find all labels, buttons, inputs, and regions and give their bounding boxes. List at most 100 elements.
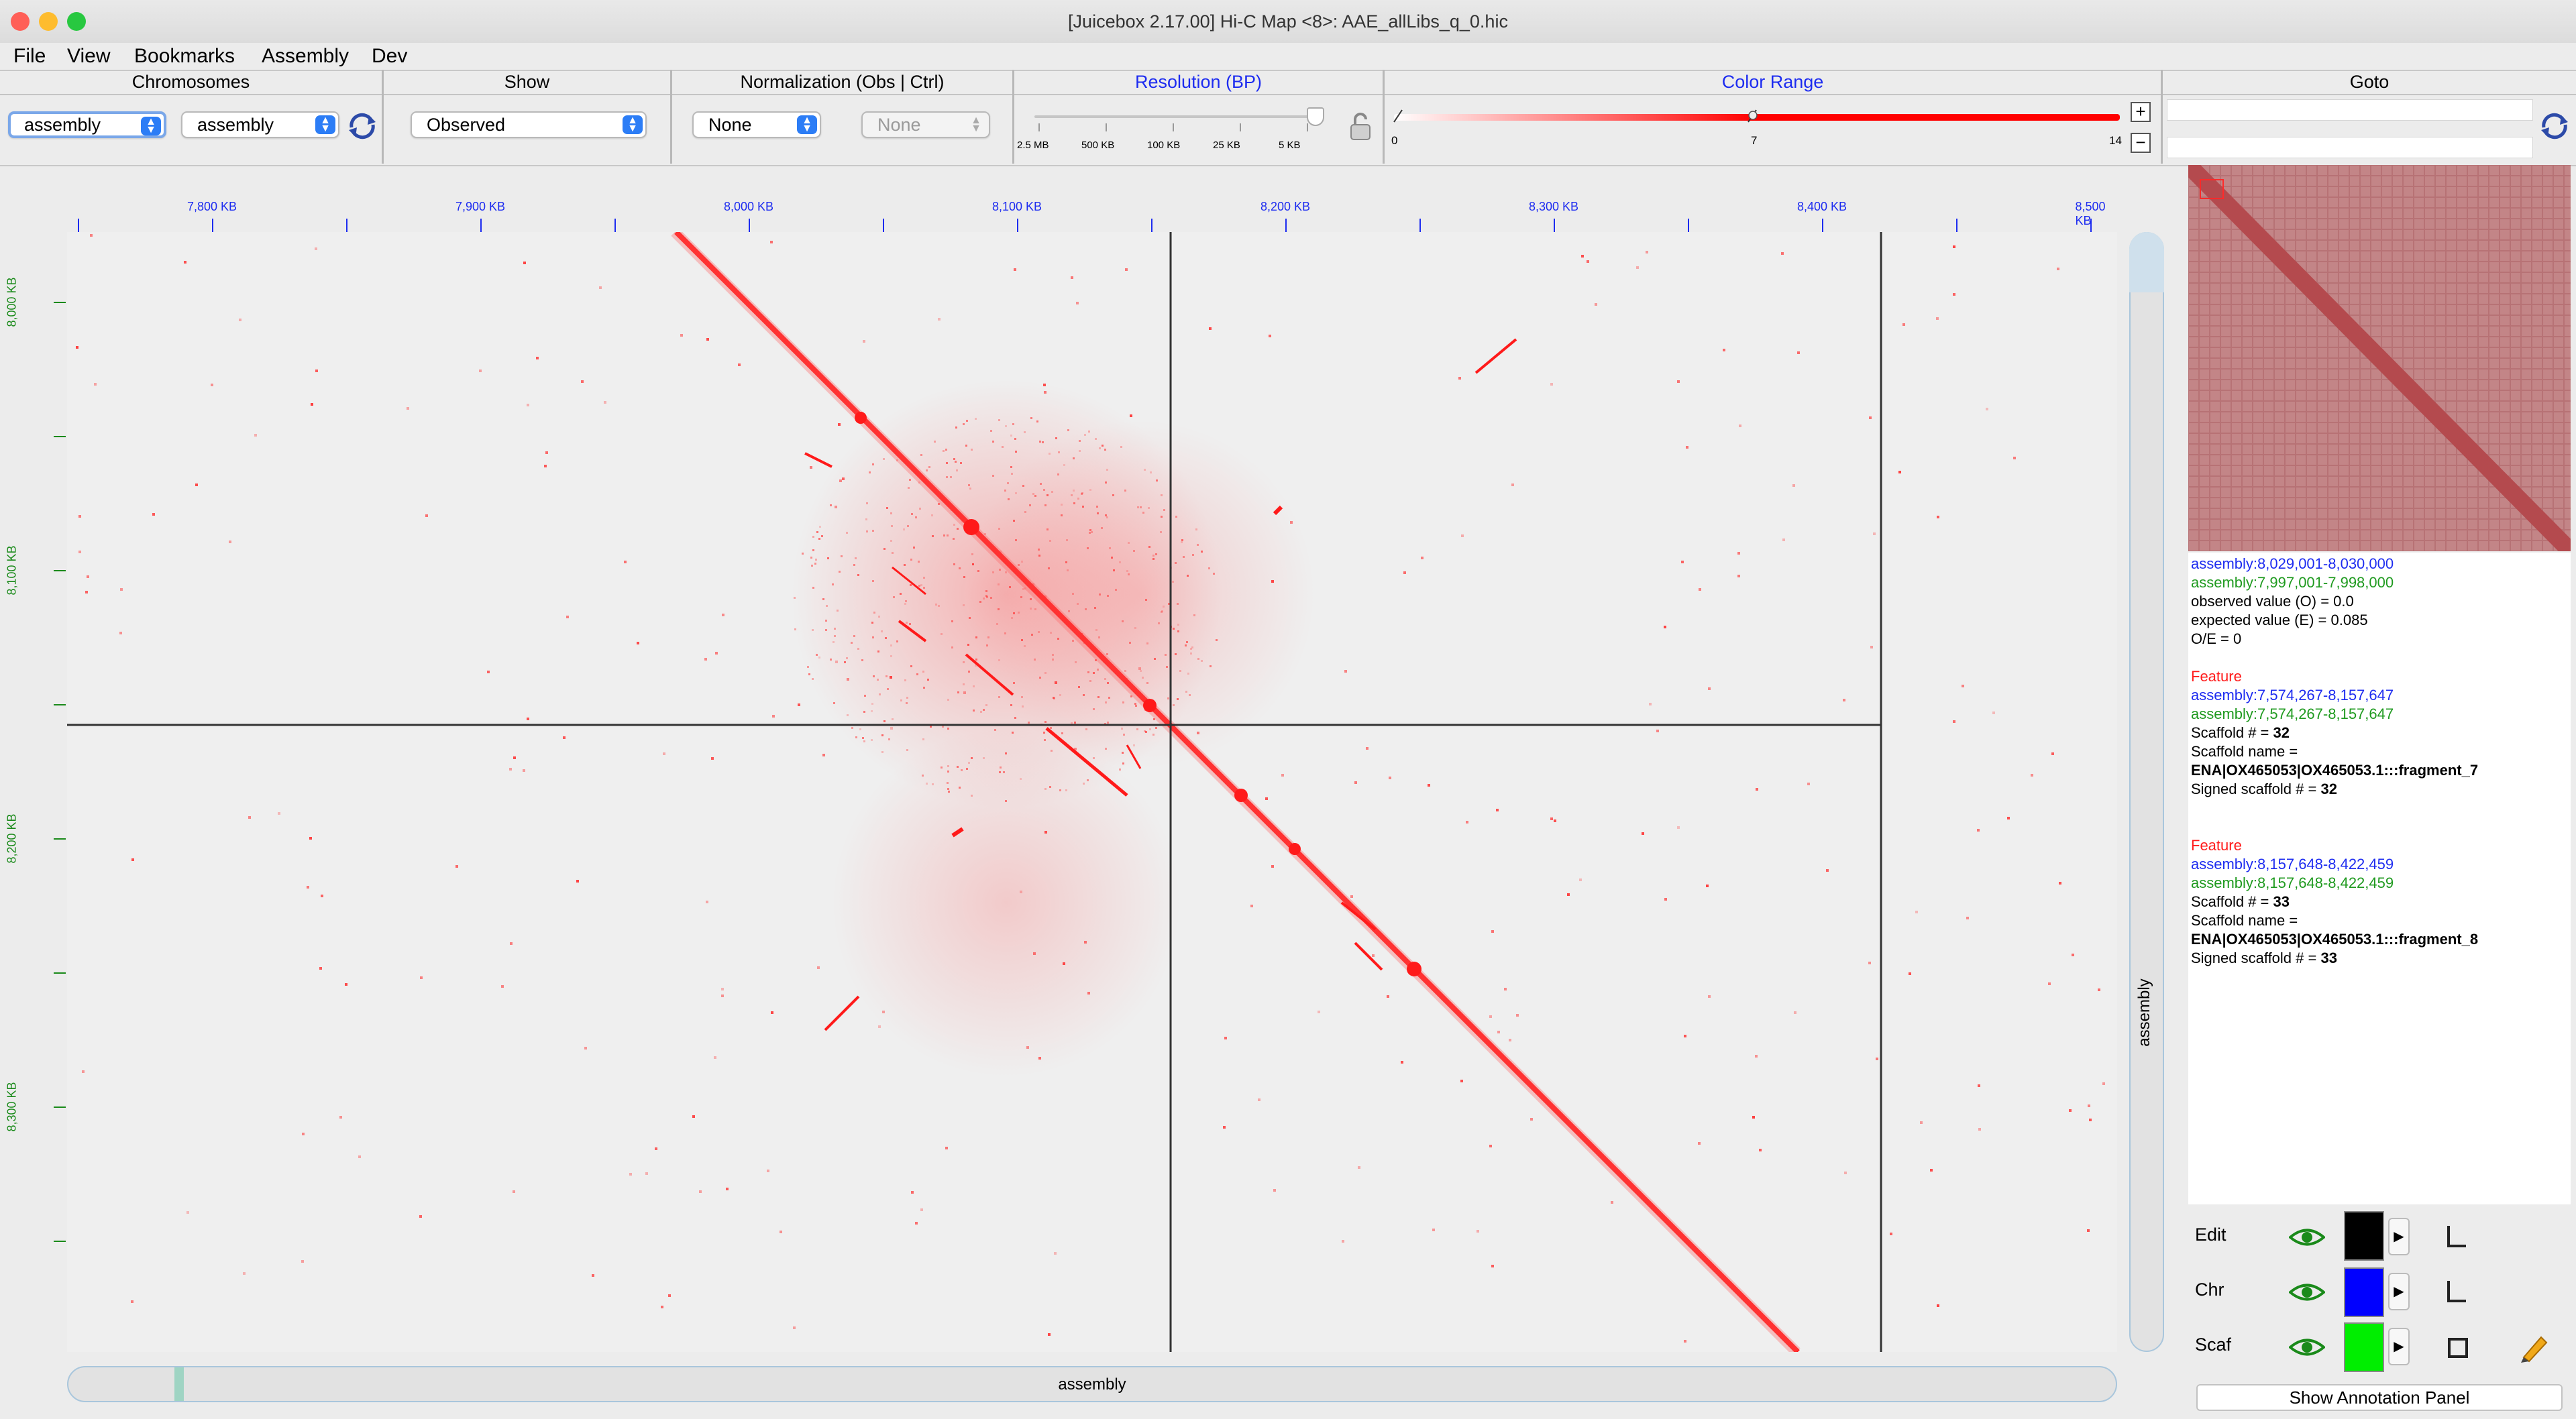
horizontal-scrollbar[interactable]: assembly	[67, 1366, 2117, 1402]
contact-speckle	[826, 605, 828, 607]
contact-speckle	[871, 739, 873, 741]
refresh-icon[interactable]	[2538, 111, 2571, 141]
corner-icon[interactable]	[2446, 1280, 2467, 1304]
contact-speckle	[2013, 457, 2016, 459]
contact-speckle	[815, 559, 817, 561]
vertical-scrollbar[interactable]: assembly	[2128, 232, 2167, 1352]
contact-speckle	[1122, 762, 1124, 764]
contact-speckle	[878, 616, 880, 618]
contact-speckle	[1953, 245, 1955, 248]
show-select[interactable]: Observed ▲ ▼	[411, 111, 647, 138]
chromosome-y-select[interactable]: assembly ▲ ▼	[181, 111, 339, 138]
contact-speckle	[871, 703, 873, 705]
contact-speckle	[869, 471, 871, 473]
layer-color-scaf[interactable]	[2344, 1322, 2384, 1372]
contact-speckle	[1209, 327, 1212, 330]
normalization-ctrl-select[interactable]: None ▲ ▼	[861, 111, 990, 138]
chromosome-x-select[interactable]: assembly ▲ ▼	[8, 111, 166, 138]
feature-y-range: assembly:7,574,267-8,157,647	[2191, 705, 2394, 722]
contact-speckle	[985, 595, 987, 597]
contact-speckle	[998, 419, 1000, 421]
menu-assembly[interactable]: Assembly	[262, 44, 349, 68]
contact-speckle	[1516, 1014, 1519, 1017]
contact-speckle	[1032, 493, 1034, 495]
layer-color-chr[interactable]	[2344, 1267, 2384, 1317]
contact-speckle	[968, 762, 970, 764]
vertical-scroll-track[interactable]	[2129, 232, 2164, 1352]
contact-speckle	[1052, 659, 1054, 661]
contact-speckle	[1106, 469, 1108, 471]
resolution-slider-track[interactable]	[1034, 115, 1323, 118]
minimap[interactable]	[2188, 165, 2571, 551]
x-axis-tick	[883, 219, 884, 232]
contact-speckle	[814, 563, 816, 565]
contact-speckle	[1273, 1189, 1276, 1192]
contact-speckle	[1181, 541, 1183, 543]
contact-speckle	[832, 583, 834, 585]
contact-speckle	[1093, 672, 1095, 674]
contact-speckle	[1870, 646, 1873, 648]
contact-speckle	[1197, 658, 1199, 660]
contact-speckle	[278, 812, 280, 815]
menu-view[interactable]: View	[67, 44, 110, 68]
contact-speckle	[195, 484, 198, 486]
color-range-max-thumb[interactable]	[1747, 107, 1759, 125]
contact-speckle	[1458, 377, 1461, 380]
play-icon[interactable]: ▶	[2388, 1328, 2410, 1365]
normalization-obs-select[interactable]: None ▲ ▼	[692, 111, 821, 138]
minus-icon[interactable]: −	[2131, 133, 2151, 153]
contact-speckle	[624, 561, 627, 563]
contact-speckle	[1049, 540, 1051, 542]
contact-speckle	[1172, 581, 1174, 583]
contact-speckle	[834, 635, 836, 637]
contact-speckle	[1105, 481, 1107, 484]
contact-speckle	[637, 642, 639, 644]
contact-speckle	[957, 766, 959, 768]
contact-speckle	[1146, 642, 1148, 644]
refresh-icon[interactable]	[346, 111, 378, 141]
horizontal-scroll-label: assembly	[1058, 1375, 1126, 1394]
contact-speckle	[1106, 653, 1108, 655]
eye-icon[interactable]	[2289, 1226, 2325, 1249]
contact-speckle	[1099, 593, 1101, 595]
feature-scaffold-name: ENA|OX465053|OX465053.1:::fragment_8	[2191, 931, 2479, 948]
pencil-icon[interactable]	[2518, 1332, 2551, 1363]
menu-file[interactable]: File	[13, 44, 46, 68]
show-annotation-panel-button[interactable]: Show Annotation Panel	[2196, 1384, 2563, 1411]
contact-speckle	[839, 571, 841, 573]
contact-speckle	[152, 513, 155, 516]
contact-speckle	[1271, 865, 1274, 868]
contact-speckle	[1015, 451, 1017, 453]
resolution-slider-thumb[interactable]	[1307, 107, 1324, 126]
contact-speckle	[1511, 484, 1514, 486]
color-range-min-thumb[interactable]	[1393, 107, 1403, 125]
eye-icon[interactable]	[2289, 1336, 2325, 1359]
contact-speckle	[1107, 682, 1109, 684]
contact-speckle	[1095, 629, 1097, 631]
contact-speckle	[998, 528, 1000, 530]
goto-y-input[interactable]	[2167, 137, 2533, 158]
menu-bookmarks[interactable]: Bookmarks	[134, 44, 235, 68]
play-icon[interactable]: ▶	[2388, 1218, 2410, 1255]
goto-x-input[interactable]	[2167, 99, 2533, 121]
corner-icon[interactable]	[2446, 1225, 2467, 1249]
contact-speckle	[1197, 732, 1199, 734]
chevron-updown-icon: ▲ ▼	[141, 117, 161, 135]
title-bar: [Juicebox 2.17.00] Hi-C Map <8>: AAE_all…	[0, 0, 2576, 44]
contact-speckle	[1684, 1340, 1686, 1343]
layer-color-edit[interactable]	[2344, 1211, 2384, 1261]
square-icon[interactable]	[2447, 1337, 2469, 1359]
contact-speckle	[951, 620, 953, 622]
eye-icon[interactable]	[2289, 1281, 2325, 1304]
info-x-position: assembly:8,029,001-8,030,000	[2191, 555, 2394, 572]
contact-speckle	[1978, 1128, 1981, 1131]
play-icon[interactable]: ▶	[2388, 1273, 2410, 1310]
lock-icon[interactable]	[1348, 111, 1373, 142]
plus-icon[interactable]: +	[2131, 102, 2151, 122]
menu-dev[interactable]: Dev	[372, 44, 407, 68]
contact-speckle	[1093, 708, 1095, 710]
hic-contact-map[interactable]	[67, 232, 2117, 1352]
vertical-scroll-thumb[interactable]	[2129, 232, 2164, 292]
contact-speckle	[1049, 786, 1051, 788]
contact-speckle	[987, 636, 989, 638]
